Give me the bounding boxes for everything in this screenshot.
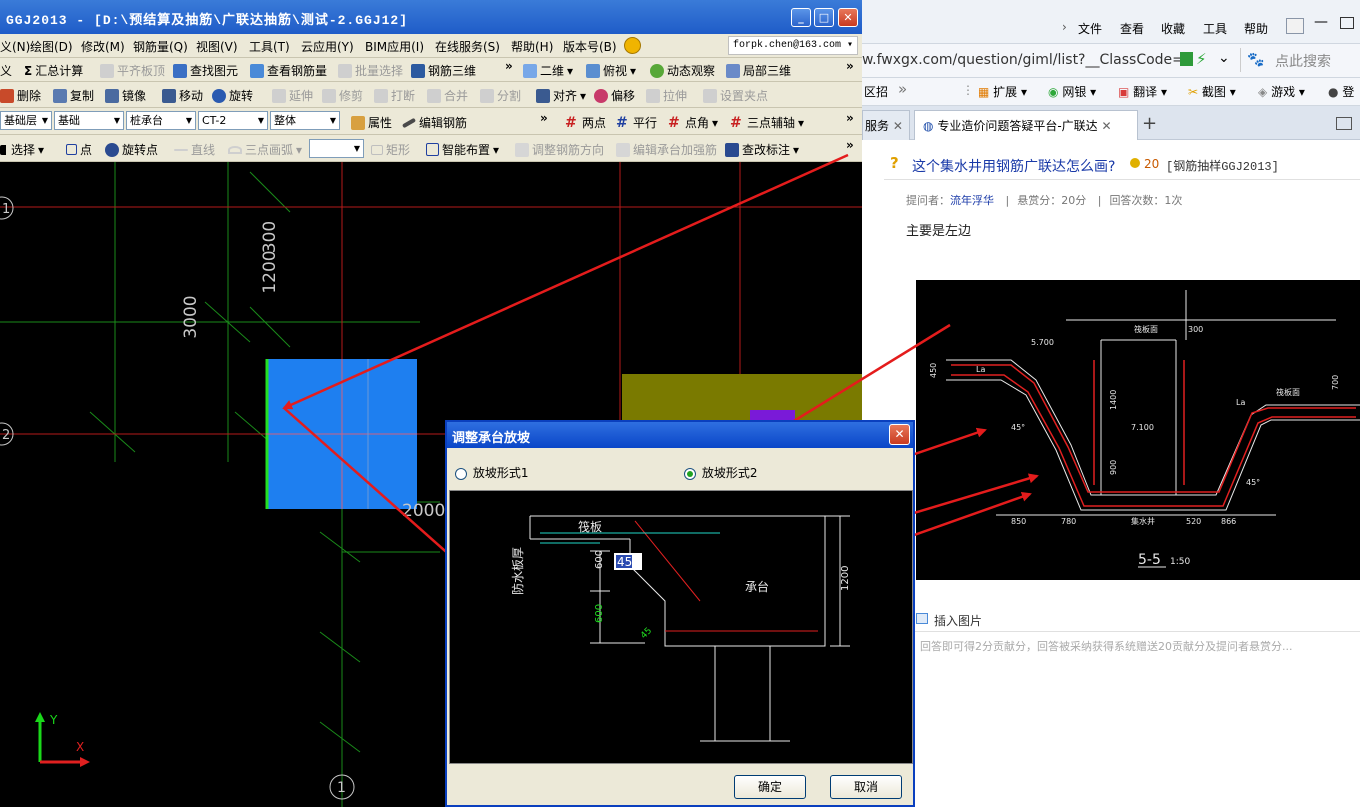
diagram-outline xyxy=(529,515,850,742)
label-45-bottom: 45 xyxy=(639,626,654,641)
slope-diagram-svg: 45 筏板 防水板厚 600 600 45 承台 1200 xyxy=(510,515,851,742)
ok-button[interactable]: 确定 xyxy=(734,775,806,799)
label-1200: 1200 xyxy=(840,566,851,591)
slope-option-2-label: 放坡形式2 xyxy=(701,466,758,480)
dialog-title: 调整承台放坡 xyxy=(452,431,531,446)
slope-option-1[interactable]: 放坡形式1 xyxy=(455,464,528,481)
cancel-button[interactable]: 取消 xyxy=(830,775,902,799)
dialog-titlebar[interactable]: 调整承台放坡 ✕ xyxy=(447,422,913,448)
label-600-bottom: 600 xyxy=(594,604,605,623)
label-pile-cap: 承台 xyxy=(745,579,769,594)
adjust-cap-slope-dialog: 调整承台放坡 ✕ 放坡形式1 放坡形式2 45 筏板 防水板厚 600 600 … xyxy=(445,420,915,807)
slope-angle-value: 45 xyxy=(617,555,632,569)
radio-option-1[interactable] xyxy=(455,467,467,480)
slope-diagram: 45 筏板 防水板厚 600 600 45 承台 1200 xyxy=(449,490,913,764)
slope-option-1-label: 放坡形式1 xyxy=(472,466,529,480)
dialog-close-button[interactable]: ✕ xyxy=(889,424,910,445)
label-waterproof-thickness: 防水板厚 xyxy=(510,547,525,595)
label-raft-slab: 筏板 xyxy=(578,520,602,534)
radio-option-2[interactable] xyxy=(684,467,696,480)
screen: GGJ2013 - [D:\预结算及抽筋\广联达抽筋\测试-2.GGJ12] _… xyxy=(0,0,1360,807)
label-600-top: 600 xyxy=(594,550,605,569)
slope-option-2[interactable]: 放坡形式2 xyxy=(684,464,757,481)
